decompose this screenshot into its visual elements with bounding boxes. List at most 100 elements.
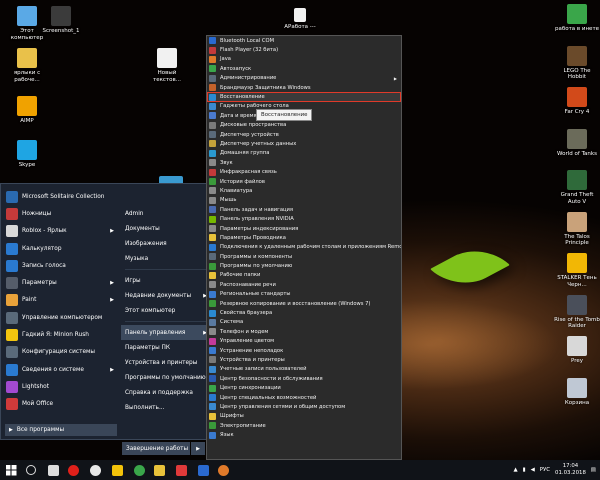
control-panel-item[interactable]: Дисковые пространства <box>207 121 401 130</box>
start-right-item[interactable]: Выполнить... <box>121 400 211 415</box>
app-icon[interactable] <box>172 460 190 480</box>
desktop-icon[interactable]: The Talos Principle <box>554 211 600 247</box>
shutdown-button[interactable]: Завершение работы <box>122 442 190 455</box>
chevron-up-icon[interactable]: ▲ <box>513 467 517 473</box>
control-panel-item[interactable]: Домашняя группа <box>207 149 401 158</box>
control-panel-item[interactable]: Автозапуск <box>207 64 401 73</box>
control-panel-item[interactable]: Программы и компоненты <box>207 252 401 261</box>
control-panel-item[interactable]: Электропитание <box>207 421 401 430</box>
desktop-icon-file[interactable]: АРабота --- <box>276 8 324 31</box>
control-panel-item[interactable]: Панель задач и навигация <box>207 205 401 214</box>
start-program-item[interactable]: Гадкий Я: Minion Rush <box>3 326 117 343</box>
control-panel-item[interactable]: Параметры индексирования <box>207 224 401 233</box>
control-panel-item[interactable]: Параметры Проводника <box>207 233 401 242</box>
desktop-icon[interactable]: Skype <box>4 140 50 169</box>
start-program-item[interactable]: Конфигурация системы <box>3 344 117 361</box>
desktop-icon[interactable]: Новый текстов... <box>144 48 190 83</box>
language-indicator[interactable]: РУС <box>540 467 550 473</box>
control-panel-item[interactable]: Администрирование ▶ <box>207 74 401 83</box>
start-program-item[interactable]: Ножницы <box>3 205 117 222</box>
start-right-item[interactable]: Справка и поддержка <box>121 385 211 400</box>
chrome-icon[interactable] <box>130 460 148 480</box>
control-panel-item[interactable]: Центр синхронизации <box>207 383 401 392</box>
desktop-icon[interactable]: Screenshot_1 <box>38 6 84 35</box>
start-right-item[interactable]: Документы <box>121 221 211 236</box>
desktop-icon[interactable]: LEGO The Hobbit <box>554 45 600 81</box>
control-panel-item[interactable]: Учетные записи пользователей <box>207 365 401 374</box>
control-panel-item[interactable]: Программы по умолчанию <box>207 261 401 270</box>
start-program-item[interactable]: Запись голоса <box>3 257 117 274</box>
network-icon[interactable]: ▮ <box>523 467 526 473</box>
start-program-item[interactable]: Lightshot <box>3 378 117 395</box>
yandex-browser-icon[interactable] <box>86 460 104 480</box>
start-button[interactable] <box>2 460 20 480</box>
control-panel-item[interactable]: Распознавание речи <box>207 280 401 289</box>
control-panel-item[interactable]: Центр безопасности и обслуживания <box>207 374 401 383</box>
start-program-item[interactable]: Microsoft Solitaire Collection <box>3 188 117 205</box>
start-right-item[interactable]: Игры <box>121 273 211 288</box>
desktop-icon[interactable]: Prey <box>554 336 600 365</box>
explorer-icon[interactable] <box>150 460 168 480</box>
clock[interactable]: 17:04 01.03.2018 <box>555 463 586 477</box>
control-panel-item[interactable]: Клавиатура <box>207 186 401 195</box>
control-panel-item[interactable]: Язык <box>207 430 401 439</box>
desktop-icon[interactable]: STALKER Тень Черн... <box>554 253 600 288</box>
volume-icon[interactable]: ◀ <box>531 467 535 473</box>
control-panel-item[interactable]: Диспетчер устройств <box>207 130 401 139</box>
control-panel-item[interactable]: Управление цветом <box>207 337 401 346</box>
start-program-item[interactable]: Roblox - Ярлык ▶ <box>3 223 117 240</box>
control-panel-item[interactable]: Центр специальных возможностей <box>207 393 401 402</box>
control-panel-item[interactable]: Брандмауэр Защитника Windows <box>207 83 401 92</box>
start-right-item[interactable]: Панель управления▶ <box>121 325 211 340</box>
control-panel-item[interactable]: Подключения к удаленным рабочим столам и… <box>207 243 401 252</box>
control-panel-item[interactable]: История файлов <box>207 177 401 186</box>
all-programs-button[interactable]: ▶ Все программы <box>5 424 117 436</box>
start-program-item[interactable]: Параметры ▶ <box>3 274 117 291</box>
desktop-icon[interactable]: Grand Theft Auto V <box>554 170 600 205</box>
control-panel-item[interactable]: Резервное копирование и восстановление (… <box>207 299 401 308</box>
start-right-item[interactable]: Музыка <box>121 251 211 266</box>
control-panel-item[interactable]: Телефон и модем <box>207 327 401 336</box>
start-right-item[interactable]: Устройства и принтеры <box>121 355 211 370</box>
start-program-item[interactable]: Управление компьютером <box>3 309 117 326</box>
start-right-item[interactable]: Admin <box>121 206 211 221</box>
desktop-icon[interactable]: работа в инете <box>554 4 600 33</box>
control-panel-item[interactable]: Система <box>207 318 401 327</box>
notifications-icon[interactable]: ▤ <box>591 467 596 473</box>
start-right-item[interactable]: Программы по умолчанию <box>121 370 211 385</box>
control-panel-item[interactable]: Инфракрасная связь <box>207 167 401 176</box>
start-program-item[interactable]: Сведения о системе ▶ <box>3 361 117 378</box>
opera-icon[interactable] <box>64 460 82 480</box>
start-right-item[interactable]: Параметры ПК <box>121 340 211 355</box>
search-button[interactable] <box>22 460 40 480</box>
app-icon-2[interactable] <box>194 460 212 480</box>
control-panel-item[interactable]: Bluetooth Local COM <box>207 36 401 45</box>
start-right-item[interactable]: Недавние документы▶ <box>121 288 211 303</box>
control-panel-item[interactable]: Восстановление <box>207 92 401 102</box>
control-panel-item[interactable]: Устранение неполадок <box>207 346 401 355</box>
control-panel-item[interactable]: Шрифты <box>207 412 401 421</box>
desktop-icon[interactable]: Far Cry 4 <box>554 87 600 116</box>
control-panel-item[interactable]: Мышь <box>207 196 401 205</box>
control-panel-item[interactable]: Flash Player (32 бита) <box>207 45 401 54</box>
desktop-icon[interactable]: AIMP <box>4 96 50 125</box>
start-program-item[interactable]: Калькулятор <box>3 240 117 257</box>
start-right-item[interactable]: Изображения <box>121 236 211 251</box>
start-program-item[interactable]: Paint ▶ <box>3 292 117 309</box>
start-right-item[interactable]: Этот компьютер <box>121 303 211 318</box>
control-panel-item[interactable]: Звук <box>207 158 401 167</box>
task-view-button[interactable] <box>44 460 62 480</box>
control-panel-item[interactable]: Диспетчер учетных данных <box>207 139 401 148</box>
desktop-icon[interactable]: Корзина <box>554 377 600 407</box>
desktop-icon[interactable]: World of Tanks <box>554 128 600 158</box>
control-panel-item[interactable]: Региональные стандарты <box>207 290 401 299</box>
firefox-icon[interactable] <box>214 460 232 480</box>
control-panel-item[interactable]: Устройства и принтеры <box>207 355 401 364</box>
control-panel-item[interactable]: Java <box>207 55 401 64</box>
control-panel-item[interactable]: Панель управления NVIDIA <box>207 214 401 223</box>
start-program-item[interactable]: Мой Office <box>3 396 117 413</box>
yandex-icon[interactable] <box>108 460 126 480</box>
shutdown-options-button[interactable]: ▶ <box>191 442 205 455</box>
control-panel-item[interactable]: Свойства браузера <box>207 308 401 317</box>
control-panel-item[interactable]: Рабочие папки <box>207 271 401 280</box>
